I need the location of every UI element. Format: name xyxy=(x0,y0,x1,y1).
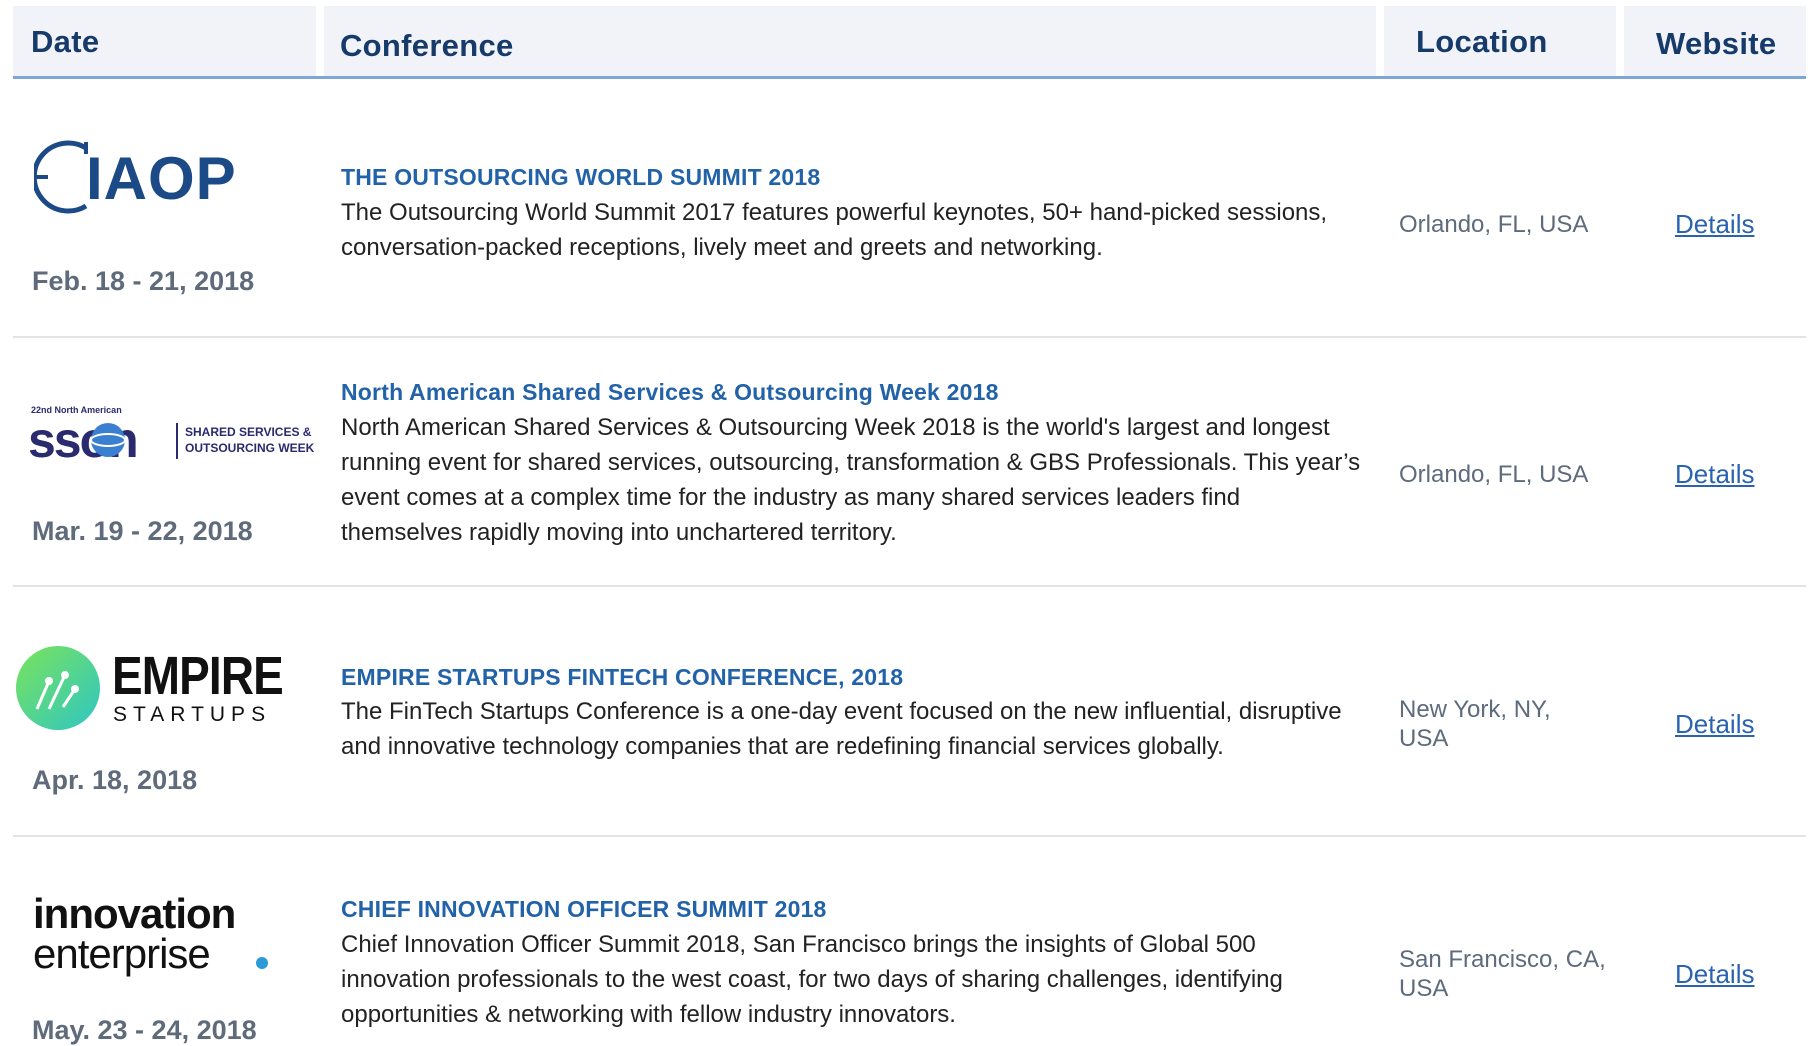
conference-location: Orlando, FL, USA xyxy=(1399,210,1629,239)
location-line: USA xyxy=(1399,725,1449,752)
conference-location: San Francisco, CA, USA xyxy=(1399,945,1629,1003)
conference-description: The FinTech Startups Conference is a one… xyxy=(341,694,1361,764)
details-link[interactable]: Details xyxy=(1675,959,1754,990)
description-line: and innovative technology companies that… xyxy=(341,733,1224,760)
description-line: running event for shared services, outso… xyxy=(341,449,1361,476)
sson-side-line2: OUTSOURCING WEEK xyxy=(185,441,315,455)
details-link[interactable]: Details xyxy=(1675,459,1754,490)
empire-main-text: EMPIRE xyxy=(112,646,284,706)
header-divider xyxy=(13,76,1806,79)
sson-side-line1: SHARED SERVICES & xyxy=(185,425,312,439)
conference-title: THE OUTSOURCING WORLD SUMMIT 2018 xyxy=(341,164,821,190)
enterprise-text: enterprise xyxy=(33,930,211,977)
row-divider xyxy=(13,585,1806,587)
description-line: The FinTech Startups Conference is a one… xyxy=(341,698,1342,725)
description-line: North American Shared Services & Outsour… xyxy=(341,414,1330,441)
row-date: Mar. 19 - 22, 2018 xyxy=(32,516,253,546)
row-divider xyxy=(13,835,1806,837)
conference-description: North American Shared Services & Outsour… xyxy=(341,410,1361,550)
empire-sub-text: STARTUPS xyxy=(113,703,272,726)
header-cell-website: Website xyxy=(1624,6,1806,76)
empire-startups-logo: EMPIRE STARTUPS xyxy=(15,645,285,735)
iaop-logo: IAOP xyxy=(31,138,244,214)
conference-title: North American Shared Services & Outsour… xyxy=(341,379,999,405)
row-date: Apr. 18, 2018 xyxy=(32,765,198,795)
description-line: conversation-packed receptions, lively m… xyxy=(341,234,1103,261)
empire-circle-icon xyxy=(16,646,100,730)
conference-location: Orlando, FL, USA xyxy=(1399,460,1629,489)
header-location: Location xyxy=(1416,24,1548,59)
location-line: Orlando, FL, USA xyxy=(1399,461,1589,488)
innovation-enterprise-logo: innovation enterprise xyxy=(33,890,293,980)
header-date: Date xyxy=(31,24,100,59)
conference-title: CHIEF INNOVATION OFFICER SUMMIT 2018 xyxy=(341,896,827,922)
globe-icon xyxy=(90,423,126,457)
details-link[interactable]: Details xyxy=(1675,209,1754,240)
dot-icon xyxy=(256,957,268,969)
location-line: USA xyxy=(1399,975,1449,1002)
header-conference: Conference xyxy=(340,28,514,63)
conference-table: Date Conference Location Website IAOP Fe… xyxy=(0,0,1808,1045)
conference-title: EMPIRE STARTUPS FINTECH CONFERENCE, 2018 xyxy=(341,664,904,690)
conference-location: New York, NY, USA xyxy=(1399,695,1629,753)
sson-divider xyxy=(176,423,178,459)
conference-description: Chief Innovation Officer Summit 2018, Sa… xyxy=(341,927,1361,1032)
header-cell-conference: Conference xyxy=(324,6,1376,76)
header-cell-date: Date xyxy=(13,6,316,76)
description-line: event comes at a complex time for the in… xyxy=(341,484,1241,511)
details-link[interactable]: Details xyxy=(1675,709,1754,740)
location-line: Orlando, FL, USA xyxy=(1399,211,1589,238)
sson-logo: 22nd North American sson SHARED SERVICES… xyxy=(28,405,314,468)
conference-description: The Outsourcing World Summit 2017 featur… xyxy=(341,195,1361,265)
iaop-logo-text: IAOP xyxy=(86,145,237,212)
location-line: New York, NY, xyxy=(1399,696,1551,723)
row-divider xyxy=(13,336,1806,338)
row-date: May. 23 - 24, 2018 xyxy=(32,1015,257,1045)
header-cell-location: Location xyxy=(1384,6,1616,76)
description-line: The Outsourcing World Summit 2017 featur… xyxy=(341,199,1328,226)
description-line: Chief Innovation Officer Summit 2018, Sa… xyxy=(341,931,1256,958)
description-line: innovation professionals to the west coa… xyxy=(341,966,1283,993)
row-date: Feb. 18 - 21, 2018 xyxy=(32,266,255,296)
header-website: Website xyxy=(1656,26,1777,61)
location-line: San Francisco, CA, xyxy=(1399,946,1606,973)
description-line: themselves rapidly moving into uncharter… xyxy=(341,519,897,546)
description-line: opportunities & networking with fellow i… xyxy=(341,1001,956,1028)
